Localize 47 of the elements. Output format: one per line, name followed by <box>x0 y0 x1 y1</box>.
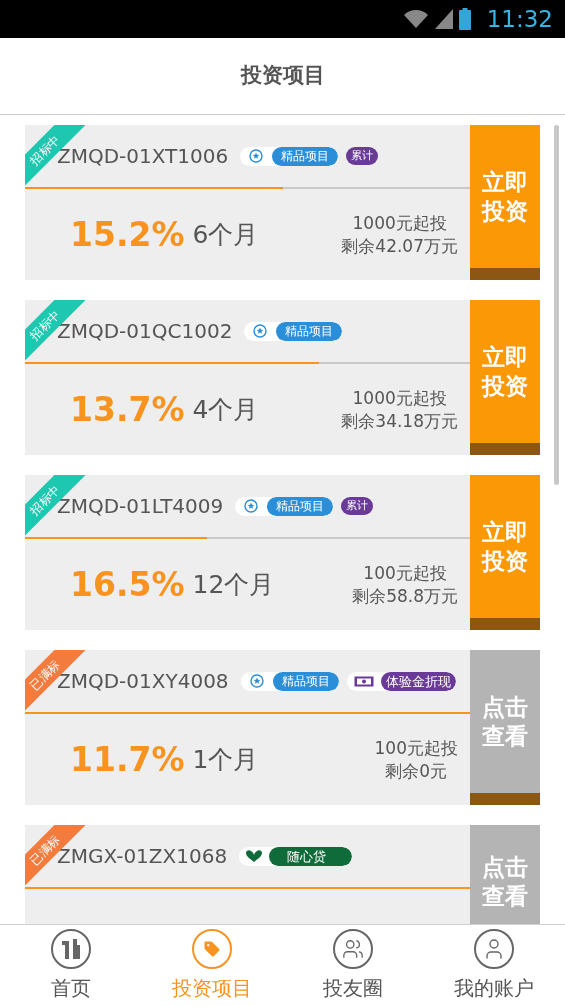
interest-rate: 13.7% <box>70 388 185 431</box>
tag-label: 精品项目 <box>272 671 339 691</box>
project-card[interactable]: 已满标 ZMGX-01ZX1068 随心贷 <box>25 825 470 924</box>
remaining-amount: 剩余34.18万元 <box>341 409 458 433</box>
logo-icon <box>50 928 91 969</box>
loan-period: 12个月 <box>192 568 275 601</box>
minimum-investment: 1000元起投 <box>352 211 447 235</box>
project-card[interactable]: 招标中 ZMQD-01XT1006 精品项目 累计 15.2% 6个月 1000元起投 剩余42.07万元 <box>25 125 470 280</box>
star-badge-icon <box>253 324 268 338</box>
tag-label: 精品项目 <box>272 146 339 166</box>
loan-period: 4个月 <box>192 393 259 426</box>
people-icon <box>333 928 374 969</box>
cumulative-tag: 累计 <box>346 147 379 165</box>
person-icon <box>474 928 515 969</box>
banknote-icon <box>353 675 374 687</box>
nav-tab[interactable]: 我的账户 <box>423 925 565 1006</box>
remaining-amount: 剩余58.8万元 <box>352 584 458 608</box>
tag-label: 精品项目 <box>276 321 343 341</box>
tag-label: 精品项目 <box>267 496 334 516</box>
nav-tab[interactable]: 首页 <box>0 925 142 1006</box>
star-badge-icon <box>244 499 259 513</box>
signal-icon <box>434 9 453 29</box>
tag-label: 随心贷 <box>269 846 353 866</box>
star-badge-icon <box>249 674 264 688</box>
interest-rate: 16.5% <box>70 563 185 606</box>
minimum-investment: 100元起投 <box>363 561 447 585</box>
wifi-icon <box>402 9 429 29</box>
project-card[interactable]: 已满标 ZMQD-01XY4008 精品项目 体验金折现 11.7% 1个月 100元起投 剩余0元 <box>25 650 470 805</box>
tag-label: 体验金折现 <box>380 671 456 691</box>
project-card[interactable]: 招标中 ZMQD-01QC1002 精品项目 13.7% 4个月 1000元起投 剩余34.18万元 <box>25 300 470 455</box>
remaining-amount: 剩余42.07万元 <box>341 234 458 258</box>
loan-period: 1个月 <box>192 743 259 776</box>
star-badge-icon <box>249 149 264 163</box>
minimum-investment: 100元起投 <box>374 736 458 760</box>
clock-time: 11:32 <box>486 4 553 34</box>
interest-rate: 15.2% <box>70 213 185 256</box>
minimum-investment: 1000元起投 <box>352 386 447 410</box>
project-card[interactable]: 招标中 ZMQD-01LT4009 精品项目 累计 16.5% 12个月 100元起投 剩余58.8万元 <box>25 475 470 630</box>
page-title: 投资项目 <box>240 62 325 90</box>
interest-rate: 11.7% <box>70 738 185 781</box>
nav-tab[interactable]: 投友圈 <box>282 925 424 1006</box>
loan-period: 6个月 <box>192 218 259 251</box>
price-tag-icon <box>191 928 232 969</box>
battery-icon <box>458 8 471 30</box>
cumulative-tag: 累计 <box>341 497 374 515</box>
remaining-amount: 剩余0元 <box>385 759 448 783</box>
leaf-heart-icon <box>245 849 264 863</box>
